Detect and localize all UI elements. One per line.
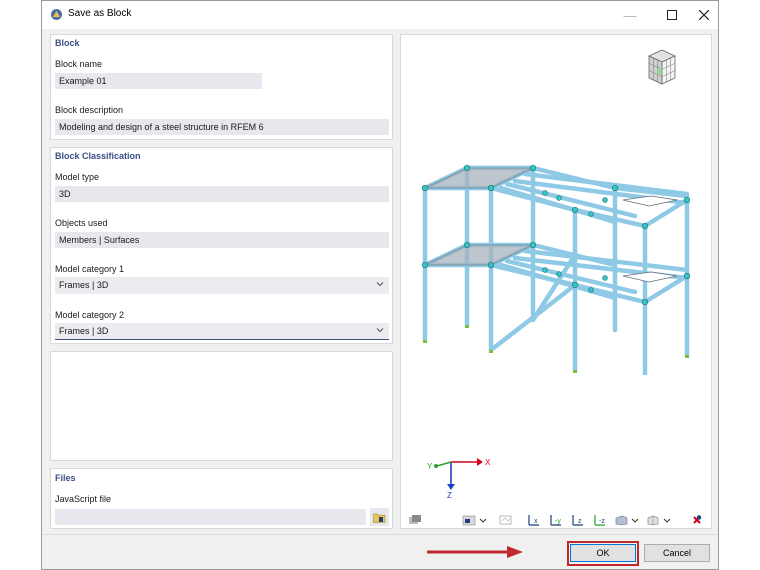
block-section-title: Block bbox=[55, 38, 80, 48]
model-category-2-value: Frames | 3D bbox=[59, 326, 109, 336]
pointer-arrow-icon bbox=[427, 546, 523, 558]
folder-icon bbox=[373, 513, 386, 523]
axis-x-label: X bbox=[485, 458, 491, 467]
coordinate-axes-icon: X Y Z bbox=[427, 458, 491, 500]
objects-used-label: Objects used bbox=[55, 218, 108, 228]
minimize-button[interactable]: — bbox=[608, 1, 652, 29]
view-options-button[interactable] bbox=[461, 512, 489, 528]
wireframe-icon bbox=[499, 515, 512, 525]
model-category-1-value: Frames | 3D bbox=[59, 280, 109, 290]
model-category-2-dropdown[interactable]: Frames | 3D bbox=[55, 323, 389, 340]
model-category-1-dropdown[interactable]: Frames | 3D bbox=[55, 277, 389, 294]
reset-icon bbox=[693, 515, 702, 524]
view-options-icon bbox=[462, 515, 487, 526]
display-mode-icon bbox=[615, 515, 639, 526]
axis-z-label: Z bbox=[447, 491, 452, 500]
render-button[interactable] bbox=[406, 512, 424, 528]
view-neg-y-button[interactable]: -y bbox=[547, 512, 565, 528]
iso-view-icon bbox=[647, 515, 671, 526]
view-neg-y-icon: -y bbox=[550, 515, 561, 526]
view-neg-z-icon: -z bbox=[594, 515, 605, 526]
app-icon bbox=[51, 9, 62, 20]
view-x-icon: x bbox=[528, 515, 539, 526]
model-type-field: 3D bbox=[55, 186, 389, 202]
block-name-input[interactable]: Example 01 bbox=[55, 73, 262, 89]
block-description-label: Block description bbox=[55, 105, 124, 115]
title-bar: Save as Block — bbox=[42, 1, 718, 29]
save-as-block-dialog: Save as Block — Block Block name Example… bbox=[41, 0, 719, 570]
objects-used-field: Members | Surfaces bbox=[55, 232, 389, 248]
axis-y-label: Y bbox=[427, 462, 433, 471]
chevron-down-icon bbox=[376, 282, 384, 287]
browse-file-button[interactable] bbox=[370, 508, 389, 526]
maximize-icon bbox=[667, 10, 677, 20]
iso-view-button[interactable] bbox=[645, 512, 673, 528]
svg-text:x: x bbox=[534, 518, 538, 525]
block-panel: Block Block name Example 01 Block descri… bbox=[50, 34, 393, 140]
view-x-button[interactable]: x bbox=[525, 512, 543, 528]
svg-text:-z: -z bbox=[599, 518, 605, 525]
structure-model bbox=[421, 164, 691, 375]
model-category-1-label: Model category 1 bbox=[55, 264, 125, 274]
files-panel: Files JavaScript file bbox=[50, 468, 393, 529]
close-icon bbox=[699, 10, 709, 20]
classification-panel: Block Classification Model type 3D Objec… bbox=[50, 147, 393, 344]
chevron-down-icon bbox=[376, 328, 384, 333]
model-category-2-label: Model category 2 bbox=[55, 310, 125, 320]
svg-text:-y: -y bbox=[555, 518, 561, 525]
ok-button[interactable]: OK bbox=[570, 544, 636, 562]
window-title: Save as Block bbox=[68, 8, 132, 19]
javascript-file-label: JavaScript file bbox=[55, 494, 112, 504]
display-mode-button[interactable] bbox=[613, 512, 641, 528]
empty-panel bbox=[50, 351, 393, 461]
block-description-input[interactable]: Modeling and design of a steel structure… bbox=[55, 119, 389, 135]
wireframe-button[interactable] bbox=[497, 512, 515, 528]
render-icon bbox=[409, 515, 421, 524]
model-preview-viewport[interactable]: X Y Z x -y z -z bbox=[400, 34, 712, 529]
view-cube-icon[interactable] bbox=[645, 47, 679, 87]
svg-text:z: z bbox=[578, 518, 582, 525]
view-neg-z-button[interactable]: -z bbox=[591, 512, 609, 528]
block-name-label: Block name bbox=[55, 59, 103, 69]
files-section-title: Files bbox=[55, 473, 76, 483]
view-z-icon: z bbox=[572, 515, 583, 526]
javascript-file-input[interactable] bbox=[55, 509, 366, 525]
model-type-label: Model type bbox=[55, 172, 100, 182]
close-button[interactable] bbox=[682, 1, 726, 29]
reset-view-button[interactable] bbox=[688, 512, 706, 528]
view-z-button[interactable]: z bbox=[569, 512, 587, 528]
classification-section-title: Block Classification bbox=[55, 151, 141, 161]
cancel-button[interactable]: Cancel bbox=[644, 544, 710, 562]
footer-divider bbox=[42, 534, 718, 535]
